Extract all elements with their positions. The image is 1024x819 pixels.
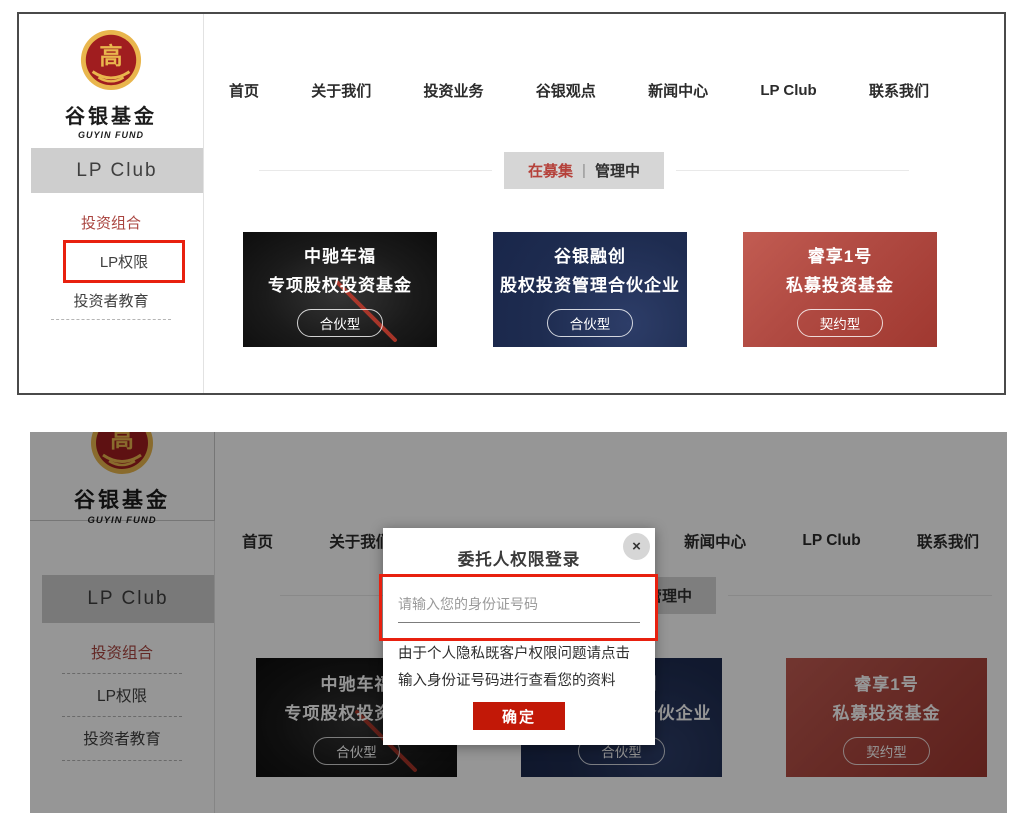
nav-item-investment[interactable]: 投资业务 bbox=[424, 80, 484, 101]
nav-item-contact[interactable]: 联系我们 bbox=[869, 80, 929, 101]
sidebar-item-lp-permission[interactable]: LP权限 bbox=[100, 251, 148, 272]
nav-item-lp-club[interactable]: LP Club bbox=[760, 82, 816, 99]
tab-under-management[interactable]: 管理中 bbox=[595, 160, 640, 181]
fund-title-line2: 股权投资管理合伙企业 bbox=[500, 271, 680, 300]
bottom-screenshot-panel: 高 谷银基金 GUYIN FUND LP Club 投资组合 LP权限 投资者教… bbox=[30, 432, 1007, 813]
brand-name-cn: 谷银基金 bbox=[19, 100, 203, 129]
fund-type-badge: 合伙型 bbox=[297, 309, 384, 337]
fund-type-badge: 合伙型 bbox=[547, 309, 634, 337]
sidebar: 高 谷银基金 GUYIN FUND LP Club 投资组合 LP权限 投资者教… bbox=[19, 14, 204, 393]
fund-card-list: 中驰车福 专项股权投资基金 合伙型 谷银融创 股权投资管理合伙企业 合伙型 睿享… bbox=[243, 232, 937, 347]
fund-card-guyinrongchuang[interactable]: 谷银融创 股权投资管理合伙企业 合伙型 bbox=[493, 232, 687, 347]
close-icon[interactable]: × bbox=[623, 533, 650, 560]
fund-title-line1: 睿享1号 bbox=[808, 242, 872, 271]
id-number-input[interactable] bbox=[398, 596, 640, 623]
tab-divider-line bbox=[676, 170, 909, 171]
modal-note: 由于个人隐私既客户权限问题请点击 输入身份证号码进行查看您的资料 bbox=[398, 641, 645, 695]
fund-card-zhongchi[interactable]: 中驰车福 专项股权投资基金 合伙型 bbox=[243, 232, 437, 347]
nav-item-viewpoint[interactable]: 谷银观点 bbox=[536, 80, 596, 101]
guyin-logo-icon: 高 bbox=[79, 28, 143, 92]
tab-divider-line bbox=[259, 170, 492, 171]
fund-title-line1: 谷银融创 bbox=[554, 242, 626, 271]
fund-status-tab-row: 在募集 | 管理中 bbox=[259, 152, 909, 189]
sidebar-item-portfolio[interactable]: 投资组合 bbox=[19, 206, 203, 238]
lp-permission-annotation-box: LP权限 bbox=[63, 240, 185, 283]
modal-note-line2: 输入身份证号码进行查看您的资料 bbox=[398, 668, 645, 695]
nav-item-home[interactable]: 首页 bbox=[229, 80, 259, 101]
delegate-login-modal: × 委托人权限登录 由于个人隐私既客户权限问题请点击 输入身份证号码进行查看您的… bbox=[383, 528, 655, 745]
svg-text:高: 高 bbox=[99, 43, 122, 69]
confirm-button[interactable]: 确定 bbox=[473, 702, 565, 730]
fund-type-badge: 契约型 bbox=[797, 309, 884, 337]
modal-note-line1: 由于个人隐私既客户权限问题请点击 bbox=[398, 641, 645, 668]
fund-title-line1: 中驰车福 bbox=[304, 242, 376, 271]
tab-separator: | bbox=[582, 162, 586, 179]
fund-card-ruixiang1[interactable]: 睿享1号 私募投资基金 契约型 bbox=[743, 232, 937, 347]
fund-title-line2: 专项股权投资基金 bbox=[268, 271, 412, 300]
nav-item-news[interactable]: 新闻中心 bbox=[648, 80, 708, 101]
tab-fundraising[interactable]: 在募集 bbox=[528, 160, 573, 181]
brand-name-en: GUYIN FUND bbox=[19, 130, 203, 140]
brand-logo[interactable]: 高 谷银基金 GUYIN FUND bbox=[19, 28, 203, 140]
top-screenshot-panel: 高 谷银基金 GUYIN FUND LP Club 投资组合 LP权限 投资者教… bbox=[17, 12, 1006, 395]
main-nav: 首页 关于我们 投资业务 谷银观点 新闻中心 LP Club 联系我们 bbox=[229, 80, 929, 101]
sidebar-divider bbox=[51, 319, 171, 320]
screenshot-stage: 高 谷银基金 GUYIN FUND LP Club 投资组合 LP权限 投资者教… bbox=[0, 0, 1024, 819]
fund-title-line2: 私募投资基金 bbox=[786, 271, 894, 300]
modal-title: 委托人权限登录 bbox=[383, 546, 655, 570]
sidebar-header: LP Club bbox=[31, 148, 203, 193]
fund-status-tabs: 在募集 | 管理中 bbox=[504, 152, 664, 189]
sidebar-item-investor-education[interactable]: 投资者教育 bbox=[19, 284, 203, 316]
nav-item-about[interactable]: 关于我们 bbox=[311, 80, 371, 101]
